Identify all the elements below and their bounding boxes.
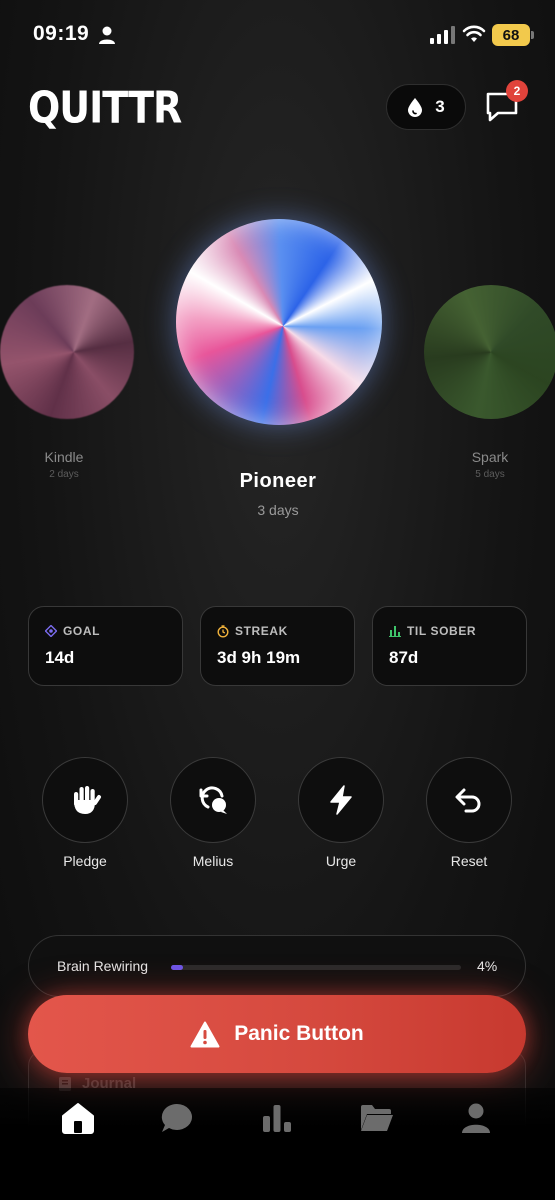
stat-card-til-sober[interactable]: TIL SOBER 87d — [372, 606, 527, 686]
stat-card-streak[interactable]: STREAK 3d 9h 19m — [200, 606, 355, 686]
action-reset[interactable]: Reset — [426, 757, 512, 869]
orb-pioneer[interactable] — [176, 219, 382, 425]
wifi-icon — [462, 25, 486, 42]
bar-chart-icon — [263, 1105, 291, 1132]
chat-refresh-icon — [199, 786, 227, 814]
stat-card-goal[interactable]: GOAL 14d — [28, 606, 183, 686]
orb-left-days: 2 days — [49, 469, 79, 480]
urge-label: Urge — [325, 853, 357, 869]
stat-til-sober-value: 87d — [389, 648, 419, 667]
folder-icon — [361, 1105, 393, 1131]
brain-rewiring-progress-fill — [171, 965, 183, 970]
nav-stats[interactable] — [257, 1098, 297, 1138]
stat-goal-value: 14d — [45, 648, 75, 667]
action-melius[interactable]: Melius — [170, 757, 256, 869]
undo-icon — [455, 788, 481, 813]
reset-button[interactable] — [426, 757, 512, 843]
action-urge[interactable]: Urge — [298, 757, 384, 869]
hand-icon — [74, 786, 101, 814]
stat-streak-value: 3d 9h 19m — [217, 648, 301, 667]
panic-button-label: Panic Button — [234, 1022, 364, 1045]
brain-rewiring-progress-track — [171, 965, 461, 970]
timer-icon — [217, 624, 229, 638]
nav-profile[interactable] — [456, 1098, 496, 1138]
brain-rewiring-percent: 4% — [477, 958, 498, 974]
melius-button[interactable] — [170, 757, 256, 843]
orb-spark[interactable] — [424, 285, 555, 419]
current-level-days: 3 days — [257, 502, 299, 518]
brain-rewiring-label: Brain Rewiring — [57, 958, 149, 974]
streak-count: 3 — [435, 97, 445, 116]
app-logo: QUITTR — [28, 82, 182, 133]
nav-library[interactable] — [357, 1098, 397, 1138]
urge-button[interactable] — [298, 757, 384, 843]
battery-indicator: 68 — [492, 24, 534, 46]
status-time: 09:19 — [33, 22, 90, 45]
chat-bubble-icon — [161, 1103, 192, 1132]
action-pledge[interactable]: Pledge — [42, 757, 128, 869]
melius-label: Melius — [192, 853, 234, 869]
stat-til-sober-label: TIL SOBER — [407, 624, 477, 638]
status-bar: 09:19 68 — [0, 0, 555, 70]
stat-goal-label: GOAL — [63, 624, 101, 638]
notification-badge: 2 — [506, 80, 528, 102]
streak-pill[interactable]: 3 — [386, 84, 466, 130]
nav-chat[interactable] — [157, 1098, 197, 1138]
target-icon — [45, 625, 57, 637]
pledge-button[interactable] — [42, 757, 128, 843]
lightning-icon — [330, 785, 352, 815]
bar-chart-icon — [389, 626, 401, 637]
brain-rewiring-card[interactable]: Brain Rewiring 4% — [28, 935, 526, 997]
current-level-name: Pioneer — [239, 470, 317, 492]
nav-home[interactable] — [58, 1098, 98, 1138]
panic-button[interactable]: Panic Button — [28, 995, 526, 1073]
cellular-signal-icon — [430, 26, 455, 44]
drop-icon — [408, 98, 423, 117]
orb-right-name: Spark — [471, 449, 509, 465]
reset-label: Reset — [450, 853, 488, 869]
orb-kindle[interactable] — [0, 285, 134, 419]
orb-left-name: Kindle — [44, 449, 84, 465]
warning-icon — [190, 1021, 220, 1047]
user-icon — [462, 1103, 490, 1133]
orb-right-days: 5 days — [475, 469, 505, 480]
stat-streak-label: STREAK — [235, 624, 288, 638]
person-icon — [99, 26, 115, 44]
pledge-label: Pledge — [63, 853, 107, 869]
home-icon — [62, 1103, 94, 1134]
